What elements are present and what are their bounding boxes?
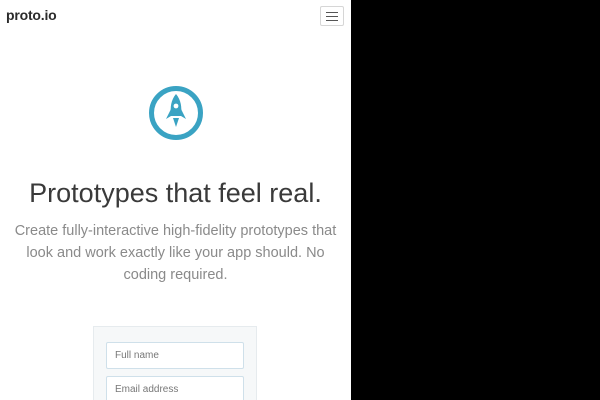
logo[interactable]: proto.io: [6, 7, 57, 23]
browser-viewport: proto.io Prototypes that feel real. Crea…: [0, 0, 351, 400]
page-title: Prototypes that feel real.: [29, 178, 322, 208]
rocket-icon: [149, 86, 203, 140]
hamburger-menu-icon[interactable]: [320, 6, 344, 26]
hero-subtitle: Create fully-interactive high-fidelity p…: [14, 223, 337, 283]
full-name-field[interactable]: [106, 342, 244, 369]
signup-form: [93, 326, 257, 400]
navbar: proto.io: [0, 0, 351, 34]
email-field[interactable]: [106, 376, 244, 400]
